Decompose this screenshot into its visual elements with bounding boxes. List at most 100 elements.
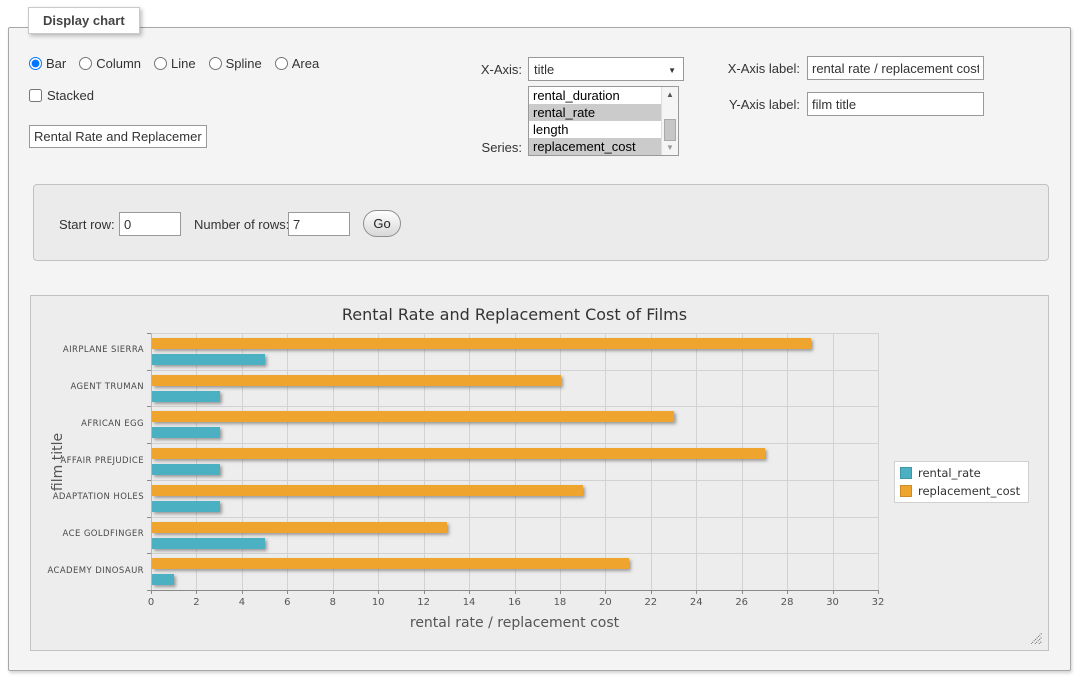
chevron-down-icon: ▼ — [668, 66, 676, 75]
bar-replacement_cost-airplane-sierra — [152, 338, 811, 349]
gridline-x-32 — [878, 333, 879, 590]
gridline-x-16 — [515, 333, 516, 590]
bar-rental_rate-agent-truman — [152, 391, 220, 402]
chart-type-radio-column[interactable] — [79, 57, 92, 70]
bar-replacement_cost-ace-goldfinger — [152, 522, 447, 533]
series-option-rental_rate[interactable]: rental_rate — [529, 104, 661, 121]
gridline-band-3 — [151, 443, 878, 444]
chart-type-label: Spline — [226, 56, 262, 71]
x-tick-label-8: 8 — [330, 597, 336, 608]
x-tick-label-28: 28 — [781, 597, 794, 608]
bar-rental_rate-airplane-sierra — [152, 354, 265, 365]
x-axis-label-field-label: X-Axis label: — [700, 61, 800, 76]
series-select-label: Series: — [440, 140, 522, 155]
x-tick-label-10: 10 — [372, 597, 385, 608]
chart-type-option-spline: Spline — [209, 56, 262, 71]
x-tick-label-4: 4 — [239, 597, 245, 608]
x-axis-select[interactable]: title ▼ — [528, 57, 684, 81]
bar-rental_rate-african-egg — [152, 427, 220, 438]
chart-type-radio-area[interactable] — [275, 57, 288, 70]
x-tick-label-0: 0 — [148, 597, 154, 608]
series-option-length[interactable]: length — [529, 121, 661, 138]
series-options: rental_durationrental_ratelengthreplacem… — [529, 87, 661, 155]
legend-label: rental_rate — [918, 466, 981, 480]
gridline-x-18 — [560, 333, 561, 590]
gridline-x-26 — [742, 333, 743, 590]
x-axis-selected-value: title — [534, 62, 554, 77]
page: Display chart Bar Column Line Spline Area St… — [0, 0, 1081, 681]
chart-type-radio-bar[interactable] — [29, 57, 42, 70]
series-option-replacement_cost[interactable]: replacement_cost — [529, 138, 661, 155]
gridline-band-6 — [151, 553, 878, 554]
stacked-label: Stacked — [47, 88, 94, 103]
num-rows-label: Number of rows: — [194, 217, 289, 232]
category-label: ADAPTATION HOLES — [31, 492, 144, 502]
go-button[interactable]: Go — [363, 210, 401, 237]
num-rows-input[interactable] — [288, 212, 350, 236]
legend-item-rental_rate[interactable]: rental_rate — [900, 466, 1020, 480]
x-axis-line — [151, 590, 878, 591]
chart-title-input[interactable] — [29, 125, 207, 148]
chart-type-option-area: Area — [275, 56, 319, 71]
chart-type-radio-line[interactable] — [154, 57, 167, 70]
panel-legend: Display chart — [28, 7, 140, 34]
x-tick-32 — [878, 590, 879, 594]
x-tick-label-26: 26 — [735, 597, 748, 608]
gridline-band-0 — [151, 333, 878, 334]
chart-type-option-column: Column — [79, 56, 141, 71]
stacked-row: Stacked — [29, 88, 94, 103]
gridline-x-10 — [378, 333, 379, 590]
x-tick-label-18: 18 — [554, 597, 567, 608]
stacked-checkbox[interactable] — [29, 89, 42, 102]
y-axis-line — [151, 333, 152, 590]
x-tick-label-6: 6 — [284, 597, 290, 608]
chart-type-option-bar: Bar — [29, 56, 66, 71]
gridline-band-5 — [151, 517, 878, 518]
scrollbar-thumb[interactable] — [664, 119, 676, 141]
gridline-x-22 — [651, 333, 652, 590]
x-axis-label-input[interactable] — [807, 56, 984, 80]
gridline-x-20 — [605, 333, 606, 590]
chart-container: Rental Rate and Replacement Cost of Film… — [30, 295, 1049, 651]
scroll-up-icon[interactable]: ▲ — [662, 87, 678, 102]
x-tick-label-32: 32 — [872, 597, 885, 608]
bar-replacement_cost-affair-prejudice — [152, 448, 765, 459]
y-axis-label-input[interactable] — [807, 92, 984, 116]
chart-type-radio-group: Bar Column Line Spline Area — [29, 56, 328, 71]
bar-replacement_cost-african-egg — [152, 411, 674, 422]
chart-legend: rental_rate replacement_cost — [894, 461, 1029, 503]
bar-rental_rate-academy-dinosaur — [152, 574, 174, 585]
x-tick-label-24: 24 — [690, 597, 703, 608]
gridline-band-2 — [151, 406, 878, 407]
category-label: AFRICAN EGG — [31, 419, 144, 429]
scroll-down-icon[interactable]: ▼ — [662, 140, 678, 155]
x-tick-label-2: 2 — [193, 597, 199, 608]
chart-type-radio-spline[interactable] — [209, 57, 222, 70]
gridline-x-30 — [833, 333, 834, 590]
chart-type-option-line: Line — [154, 56, 196, 71]
resize-grip-icon[interactable] — [1031, 633, 1042, 644]
gridline-band-4 — [151, 480, 878, 481]
category-label: ACE GOLDFINGER — [31, 529, 144, 539]
chart-type-label: Column — [96, 56, 141, 71]
gridline-x-28 — [787, 333, 788, 590]
series-listbox[interactable]: rental_durationrental_ratelengthreplacem… — [528, 86, 679, 156]
bar-rental_rate-affair-prejudice — [152, 464, 220, 475]
legend-swatch-replacement_cost — [900, 485, 912, 497]
legend-label: replacement_cost — [918, 484, 1020, 498]
legend-item-replacement_cost[interactable]: replacement_cost — [900, 484, 1020, 498]
chart-type-label: Area — [292, 56, 319, 71]
series-listbox-scrollbar[interactable]: ▲ ▼ — [661, 87, 678, 155]
y-axis-label-field-label: Y-Axis label: — [700, 97, 800, 112]
series-option-rental_duration[interactable]: rental_duration — [529, 87, 661, 104]
category-label: ACADEMY DINOSAUR — [31, 566, 144, 576]
gridline-x-12 — [424, 333, 425, 590]
gridline-x-14 — [469, 333, 470, 590]
bar-replacement_cost-agent-truman — [152, 375, 561, 386]
start-row-label: Start row: — [59, 217, 115, 232]
start-row-input[interactable] — [119, 212, 181, 236]
category-label: AFFAIR PREJUDICE — [31, 456, 144, 466]
x-axis-title: rental rate / replacement cost — [151, 615, 878, 631]
x-tick-label-30: 30 — [826, 597, 839, 608]
gridline-x-8 — [333, 333, 334, 590]
